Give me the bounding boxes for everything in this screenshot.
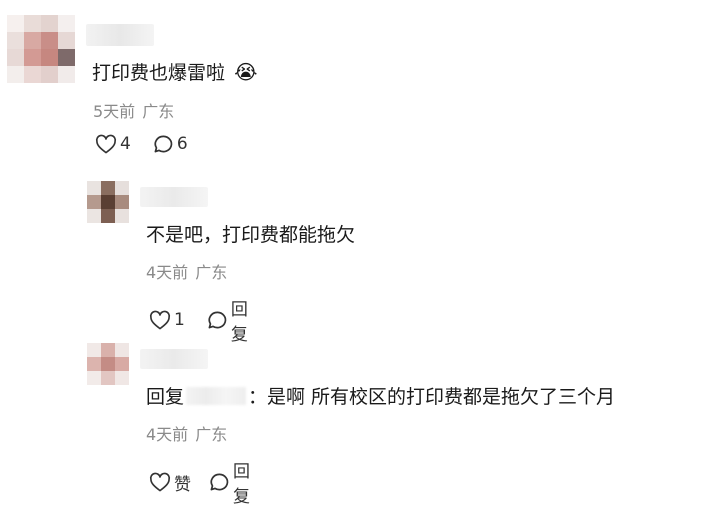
- comment-meta: 5天前 广东: [93, 98, 174, 122]
- avatar[interactable]: [87, 343, 129, 385]
- like-count: 1: [174, 310, 185, 330]
- username[interactable]: [86, 24, 154, 46]
- comment-actions: 赞 回复: [149, 457, 250, 507]
- like-button[interactable]: 4: [95, 134, 131, 154]
- reply-count: 6: [176, 134, 188, 154]
- comment-meta: 4天前 广东: [146, 421, 227, 445]
- username[interactable]: [140, 187, 208, 207]
- timestamp: 5天前: [93, 102, 136, 121]
- reply-label: 回复: [233, 462, 250, 507]
- comment-text: 回复 ：是啊 所有校区的打印费都是拖欠了三个月: [146, 382, 615, 409]
- username[interactable]: [140, 349, 208, 369]
- like-button[interactable]: 赞: [149, 470, 191, 495]
- reply-button[interactable]: 回复: [207, 295, 248, 345]
- comment-actions: 1 回复: [149, 295, 248, 345]
- heart-icon: [149, 310, 171, 330]
- reply-label: 回复: [230, 300, 248, 345]
- location: 广东: [195, 425, 228, 444]
- comment-text: 不是吧，打印费都能拖欠: [146, 220, 355, 247]
- avatar[interactable]: [7, 15, 75, 83]
- location: 广东: [142, 102, 175, 121]
- avatar[interactable]: [87, 181, 129, 223]
- comment-body: 不是吧，打印费都能拖欠: [146, 224, 356, 246]
- heart-icon: [95, 134, 117, 154]
- comment-actions: 4 6: [95, 134, 188, 154]
- comment-text: 打印费也爆雷啦 😭: [92, 58, 257, 85]
- comment-bubble-icon: [209, 472, 230, 492]
- like-label: 赞: [174, 474, 191, 495]
- like-count: 4: [120, 134, 131, 154]
- timestamp: 4天前: [146, 263, 189, 282]
- location: 广东: [195, 263, 228, 282]
- timestamp: 4天前: [146, 425, 189, 444]
- mentioned-user[interactable]: [186, 387, 247, 405]
- comment-meta: 4天前 广东: [146, 259, 227, 283]
- comment-bubble-icon: [207, 310, 228, 330]
- reply-prefix: 回复: [146, 386, 185, 408]
- reply-button[interactable]: 回复: [209, 457, 250, 507]
- comment-body: ：是啊 所有校区的打印费都是拖欠了三个月: [248, 386, 616, 408]
- comment-bubble-icon: [153, 134, 174, 154]
- like-button[interactable]: 1: [149, 310, 185, 330]
- reply-button[interactable]: 6: [153, 134, 188, 154]
- heart-icon: [149, 472, 171, 492]
- comment-body: 打印费也爆雷啦: [92, 62, 226, 84]
- crying-emoji: 😭: [234, 60, 258, 84]
